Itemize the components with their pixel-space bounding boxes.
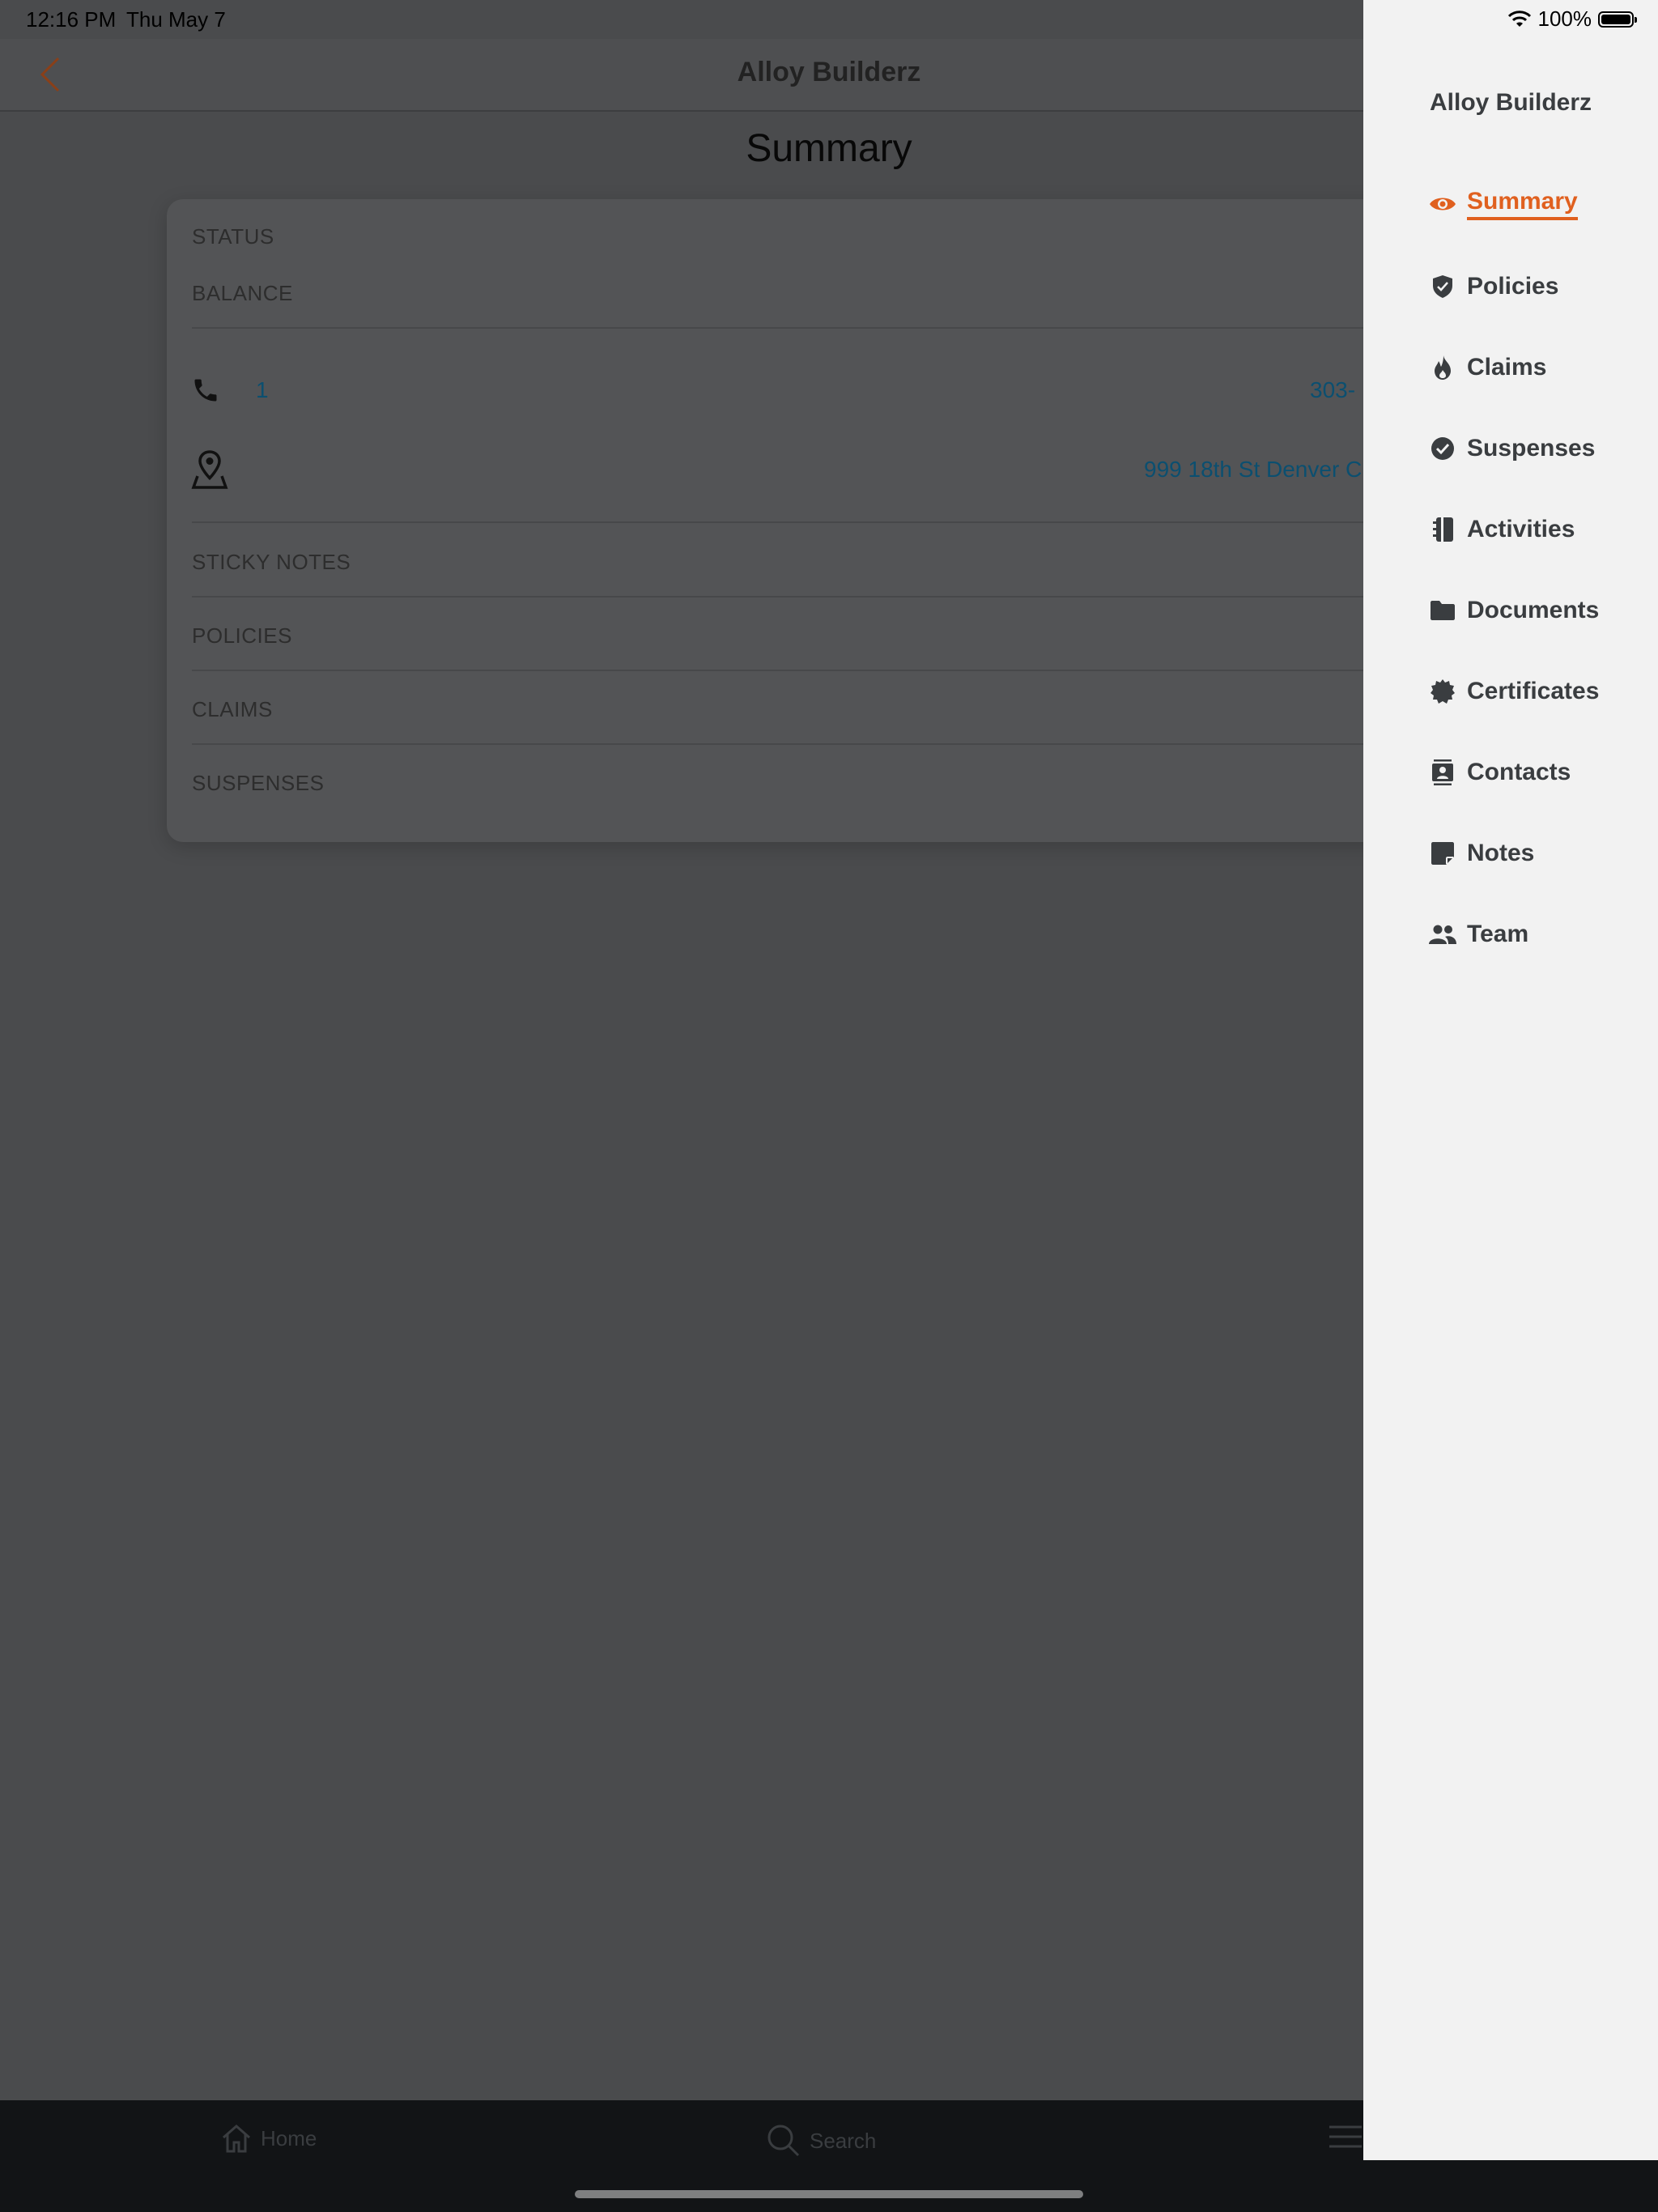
drawer-item-label: Documents — [1467, 597, 1600, 623]
drawer-item-certificates[interactable]: Certificates — [1428, 677, 1599, 706]
drawer-item-label: Policies — [1467, 273, 1559, 300]
folder-icon — [1428, 596, 1457, 625]
balance-label: BALANCE — [192, 281, 293, 305]
eye-icon — [1428, 189, 1457, 219]
claims-label[interactable]: CLAIMS — [192, 697, 273, 722]
divider — [192, 327, 1543, 329]
team-icon — [1428, 920, 1457, 949]
suspenses-label[interactable]: SUSPENSES — [192, 771, 324, 796]
drawer-item-summary[interactable]: Summary — [1428, 188, 1578, 220]
tab-home[interactable]: Home — [220, 2123, 317, 2154]
divider — [192, 521, 1543, 523]
drawer-item-policies[interactable]: Policies — [1428, 272, 1558, 301]
sticky-note-icon — [1428, 839, 1457, 868]
status-time: 12:16 PM — [26, 7, 117, 32]
drawer-item-notes[interactable]: Notes — [1428, 839, 1534, 868]
phone-number-link[interactable]: 303- — [1310, 377, 1355, 403]
phone-icon — [194, 379, 217, 402]
drawer-item-label: Summary — [1467, 188, 1578, 220]
drawer-item-label: Certificates — [1467, 678, 1600, 704]
sticky-notes-label[interactable]: STICKY NOTES — [192, 550, 351, 575]
drawer-item-label: Contacts — [1467, 759, 1571, 785]
divider — [192, 743, 1543, 745]
status-date: Thu May 7 — [126, 7, 226, 32]
hamburger-icon — [1329, 2125, 1362, 2148]
tab-search-label: Search — [810, 2128, 877, 2153]
drawer-item-label: Suspenses — [1467, 435, 1596, 462]
tab-home-label: Home — [261, 2125, 317, 2150]
notebook-icon — [1428, 515, 1457, 544]
drawer-item-contacts[interactable]: Contacts — [1428, 758, 1571, 787]
drawer-item-label: Team — [1467, 921, 1529, 947]
divider — [192, 670, 1543, 671]
drawer-item-claims[interactable]: Claims — [1428, 353, 1546, 382]
certificate-icon — [1428, 677, 1457, 706]
drawer-company-name: Alloy Builderz — [1430, 89, 1592, 116]
drawer-item-label: Claims — [1467, 354, 1547, 381]
map-pin-icon — [191, 450, 228, 489]
divider — [192, 596, 1543, 598]
address-link[interactable]: 999 18th St Denver C — [1144, 457, 1362, 483]
policies-label[interactable]: POLICIES — [192, 623, 292, 649]
home-icon — [223, 2125, 250, 2153]
side-drawer: Alloy Builderz Summary Policies Claims S… — [1363, 0, 1658, 2160]
drawer-item-label: Notes — [1467, 840, 1535, 866]
drawer-item-documents[interactable]: Documents — [1428, 596, 1599, 625]
drawer-item-suspenses[interactable]: Suspenses — [1428, 434, 1595, 463]
search-icon — [767, 2125, 800, 2157]
fire-icon — [1428, 353, 1457, 382]
status-label: STATUS — [192, 224, 274, 249]
phone-index[interactable]: 1 — [256, 377, 269, 403]
drawer-item-label: Activities — [1467, 516, 1575, 542]
shield-icon — [1428, 272, 1457, 301]
tab-search[interactable]: Search — [766, 2123, 876, 2159]
drawer-item-activities[interactable]: Activities — [1428, 515, 1575, 544]
summary-card: STATUS BALANCE 1 303- 999 18th St Denver… — [167, 199, 1543, 842]
tab-menu[interactable] — [1328, 2123, 1363, 2150]
home-indicator — [575, 2190, 1083, 2198]
contact-card-icon — [1428, 758, 1457, 787]
drawer-item-team[interactable]: Team — [1428, 920, 1528, 949]
check-circle-icon — [1428, 434, 1457, 463]
